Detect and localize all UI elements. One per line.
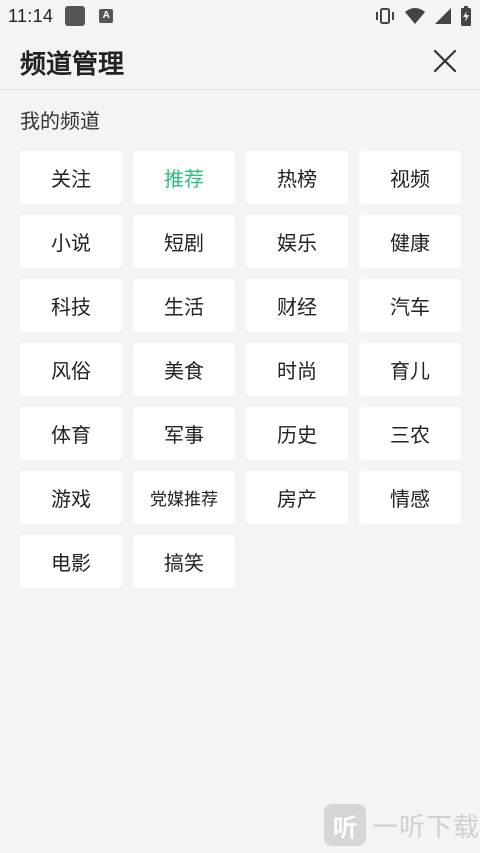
wifi-icon bbox=[405, 8, 425, 24]
vibrate-icon bbox=[376, 8, 394, 24]
status-time: 11:14 bbox=[8, 5, 54, 26]
channel-chip[interactable]: 搞笑 bbox=[133, 535, 235, 588]
channel-chip[interactable]: 生活 bbox=[133, 279, 235, 332]
watermark-text: 一听下载 bbox=[372, 812, 480, 843]
channel-chip[interactable]: 电影 bbox=[20, 535, 122, 588]
close-button[interactable] bbox=[430, 46, 460, 76]
channel-chip[interactable]: 健康 bbox=[359, 215, 461, 268]
page-title: 频道管理 bbox=[20, 50, 125, 80]
channel-chip[interactable]: 体育 bbox=[20, 407, 122, 460]
close-icon bbox=[433, 49, 457, 73]
watermark: 听 一听下载 bbox=[320, 799, 480, 851]
channel-management-screen: 11:14 A 频道管理 我的频道 关注 推荐 热榜 视频 小说 短剧 娱乐 健… bbox=[0, 0, 480, 853]
channel-chip[interactable]: 时尚 bbox=[246, 343, 348, 396]
channel-chip[interactable]: 游戏 bbox=[20, 471, 122, 524]
channel-chip[interactable]: 房产 bbox=[246, 471, 348, 524]
channel-chip[interactable]: 热榜 bbox=[246, 151, 348, 204]
channel-chip[interactable]: 娱乐 bbox=[246, 215, 348, 268]
channel-chip[interactable]: 历史 bbox=[246, 407, 348, 460]
battery-icon bbox=[461, 6, 471, 26]
channel-chip[interactable]: 情感 bbox=[359, 471, 461, 524]
channel-chip[interactable]: 关注 bbox=[20, 151, 122, 204]
channel-chip[interactable]: 美食 bbox=[133, 343, 235, 396]
channel-chip[interactable]: 视频 bbox=[359, 151, 461, 204]
watermark-logo: 听 bbox=[324, 804, 366, 846]
channel-chip[interactable]: 科技 bbox=[20, 279, 122, 332]
channel-chip[interactable]: 风俗 bbox=[20, 343, 122, 396]
channel-chip[interactable]: 小说 bbox=[20, 215, 122, 268]
channel-chip[interactable]: 党媒推荐 bbox=[133, 471, 235, 524]
a-badge-icon: A bbox=[99, 9, 114, 23]
channel-chip[interactable]: 汽车 bbox=[359, 279, 461, 332]
channel-chip[interactable]: 军事 bbox=[133, 407, 235, 460]
channel-chip[interactable]: 短剧 bbox=[133, 215, 235, 268]
status-bar: 11:14 A bbox=[0, 0, 480, 32]
notification-app-icon bbox=[65, 6, 86, 26]
section-title-my-channels: 我的频道 bbox=[20, 109, 100, 133]
channel-grid: 关注 推荐 热榜 视频小说 短剧 娱乐 健康科技 生活 财经 汽车风俗 美食 时尚 育儿体育 军事 历史 三农… bbox=[20, 151, 461, 588]
channel-chip[interactable]: 推荐 bbox=[133, 151, 235, 204]
channel-chip[interactable]: 财经 bbox=[246, 279, 348, 332]
signal-icon bbox=[435, 8, 451, 24]
header: 频道管理 bbox=[0, 32, 480, 90]
channel-chip[interactable]: 育儿 bbox=[359, 343, 461, 396]
status-icons bbox=[374, 6, 472, 26]
channel-chip[interactable]: 三农 bbox=[359, 407, 461, 460]
